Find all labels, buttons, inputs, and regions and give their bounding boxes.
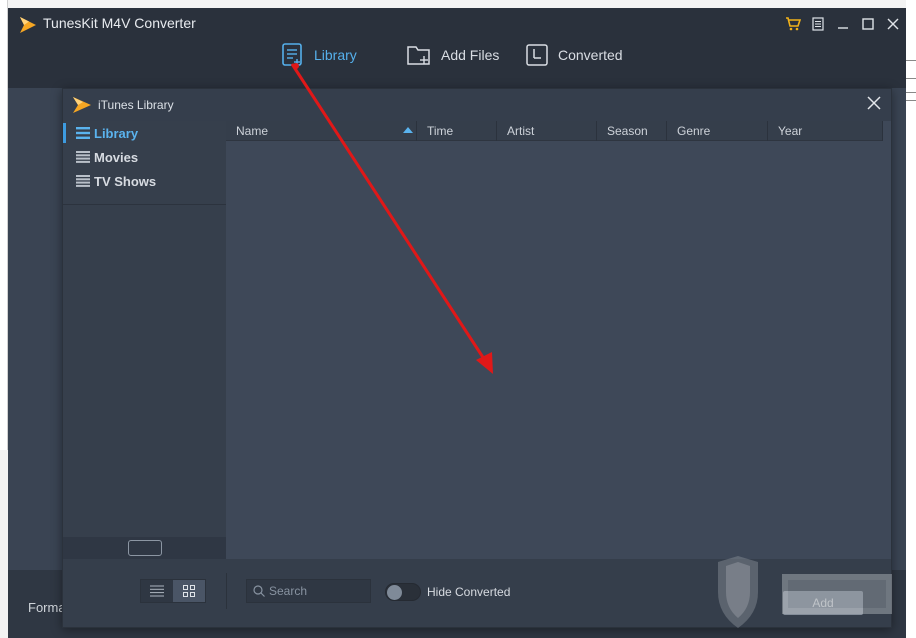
view-mode-toggle bbox=[140, 579, 206, 603]
sidebar-list: Library Movies TV Shows bbox=[63, 121, 226, 205]
app-window: TunesKit M4V Converter Library Add Files… bbox=[8, 8, 906, 638]
search-input[interactable] bbox=[269, 584, 369, 598]
sidebar-item-library[interactable]: Library bbox=[63, 121, 226, 145]
hide-converted-toggle[interactable] bbox=[385, 583, 421, 601]
sort-ascending-icon bbox=[403, 127, 413, 133]
folder-add-icon bbox=[407, 46, 430, 65]
converted-icon bbox=[526, 44, 548, 66]
window-controls bbox=[780, 13, 905, 35]
app-title: TunesKit M4V Converter bbox=[43, 15, 196, 31]
grid-view-button[interactable] bbox=[173, 580, 205, 602]
desktop-background-right bbox=[906, 0, 916, 638]
list-view-icon bbox=[150, 585, 164, 597]
column-header-time[interactable]: Time bbox=[417, 121, 497, 141]
nav-add-files[interactable]: Add Files bbox=[407, 42, 499, 68]
column-header-artist[interactable]: Artist bbox=[497, 121, 597, 141]
dialog-logo-icon bbox=[73, 97, 91, 113]
list-icon bbox=[76, 151, 90, 163]
maximize-icon[interactable] bbox=[855, 13, 880, 35]
column-header-name[interactable]: Name bbox=[226, 121, 417, 141]
watermark-logo-icon bbox=[718, 556, 892, 628]
itunes-library-dialog: iTunes Library Library Movies TV Shows N… bbox=[62, 88, 892, 628]
table-header: Name Time Artist Season Genre Year bbox=[226, 121, 883, 141]
hide-converted-label: Hide Converted bbox=[427, 585, 511, 599]
list-icon bbox=[76, 175, 90, 187]
sidebar-item-label: Library bbox=[94, 125, 139, 141]
column-header-year[interactable]: Year bbox=[768, 121, 883, 141]
search-box bbox=[246, 579, 371, 603]
device-icon[interactable] bbox=[127, 540, 162, 556]
nav-library-label: Library bbox=[314, 47, 357, 63]
sidebar-item-movies[interactable]: Movies bbox=[63, 145, 226, 169]
list-view-button[interactable] bbox=[141, 580, 173, 602]
title-bar: TunesKit M4V Converter Library Add Files… bbox=[8, 8, 906, 88]
column-header-season[interactable]: Season bbox=[597, 121, 667, 141]
library-table: Name Time Artist Season Genre Year bbox=[226, 121, 883, 559]
library-icon bbox=[282, 43, 302, 66]
dialog-close-icon[interactable] bbox=[867, 95, 881, 113]
search-icon bbox=[253, 585, 265, 597]
list-icon bbox=[76, 127, 90, 139]
minimize-icon[interactable] bbox=[830, 13, 855, 35]
grid-view-icon bbox=[183, 585, 195, 597]
desktop-background-left bbox=[0, 0, 8, 450]
dialog-header: iTunes Library bbox=[63, 89, 891, 121]
nav-converted-label: Converted bbox=[558, 47, 623, 63]
library-sidebar: Library Movies TV Shows bbox=[63, 121, 226, 559]
main-nav: Library Add Files Converted bbox=[8, 42, 906, 72]
nav-add-files-label: Add Files bbox=[441, 47, 500, 63]
sidebar-item-label: Movies bbox=[94, 149, 139, 165]
nav-converted[interactable]: Converted bbox=[526, 42, 623, 68]
sidebar-footer bbox=[63, 537, 226, 559]
footer-divider bbox=[226, 573, 227, 609]
dialog-title: iTunes Library bbox=[98, 98, 174, 112]
menu-icon[interactable] bbox=[805, 13, 830, 35]
sidebar-item-label: TV Shows bbox=[94, 173, 157, 189]
format-label: Forma bbox=[28, 600, 66, 615]
tuneskit-logo-icon bbox=[20, 17, 36, 33]
toggle-knob bbox=[387, 585, 402, 600]
close-icon[interactable] bbox=[880, 13, 905, 35]
nav-library[interactable]: Library bbox=[282, 42, 357, 68]
column-header-genre[interactable]: Genre bbox=[667, 121, 768, 141]
sidebar-item-tv-shows[interactable]: TV Shows bbox=[63, 169, 226, 193]
cart-icon[interactable] bbox=[780, 13, 805, 35]
